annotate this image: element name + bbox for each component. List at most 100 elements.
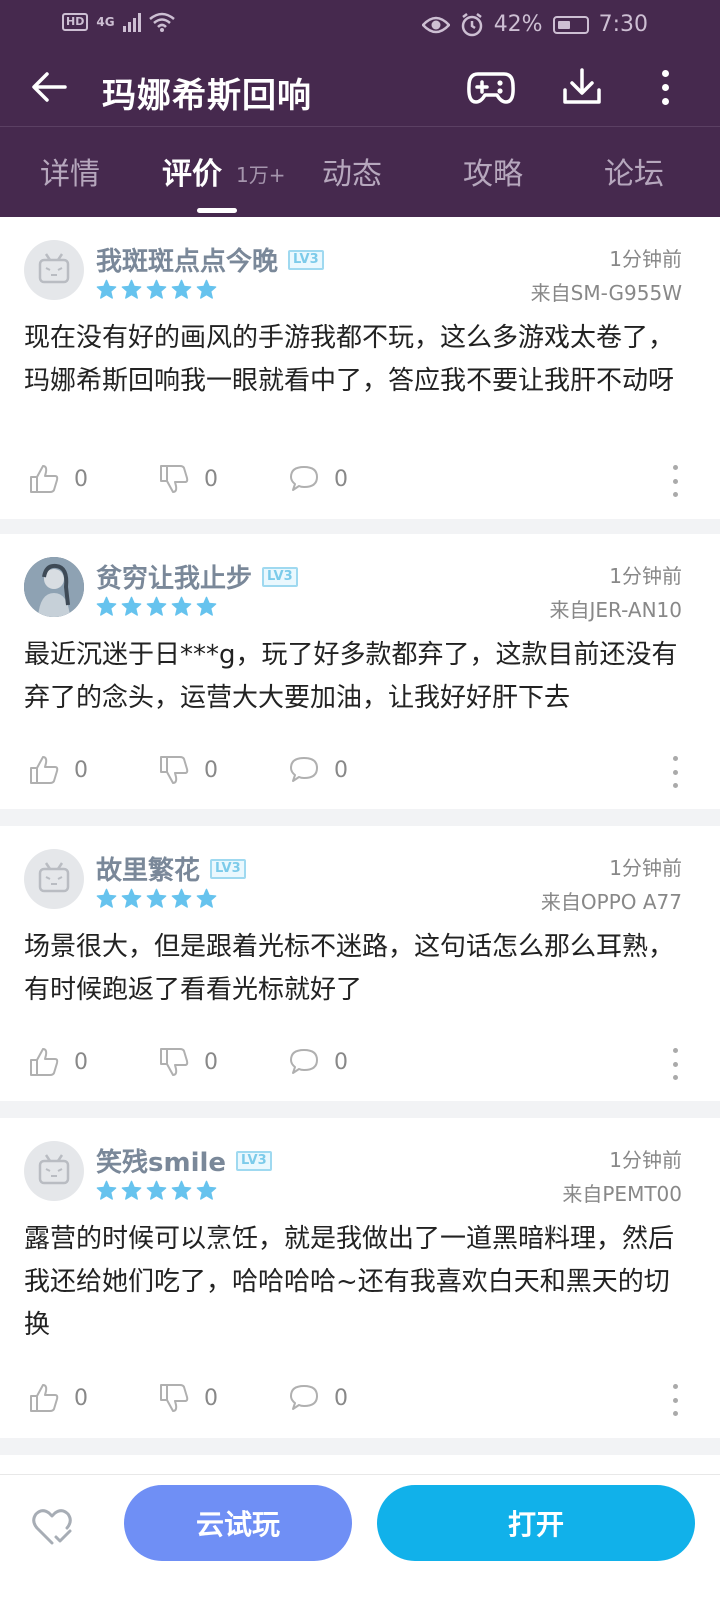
more-options-button[interactable] (650, 64, 680, 110)
review-device: 来自JER-AN10 (549, 598, 683, 622)
tab-active-indicator (197, 208, 237, 213)
review-card: 我斑斑点点今晚 LV3 1分钟前 来自SM-G955W 现在没有好的画风的手游我都… (0, 217, 720, 519)
comment-button[interactable]: 0 (288, 754, 348, 786)
gamepad-button[interactable] (466, 64, 516, 110)
comment-count: 0 (334, 1049, 348, 1075)
star-icon (196, 888, 217, 908)
gamepad-icon (467, 72, 515, 104)
battery-percent: 42% (493, 12, 543, 37)
username-text: 笑残smile (96, 1148, 227, 1178)
back-button[interactable] (26, 64, 72, 110)
heart-check-icon (32, 1509, 72, 1545)
review-content[interactable]: 场景很大，但是跟着光标不迷路，这句话怎么那么耳熟，有时候跑返了看看光标就好了 (24, 926, 684, 1012)
review-time: 1分钟前 (609, 1148, 682, 1172)
thumbs-up-icon (30, 756, 59, 784)
review-card: 贫穷让我止步 LV3 1分钟前 来自JER-AN10 最近沉迷于日***g，玩了好… (0, 534, 720, 809)
like-count: 0 (74, 1385, 88, 1411)
review-content[interactable]: 露营的时候可以烹饪，就是我做出了一道黑暗料理，然后我还给她们吃了，哈哈哈哈~还有… (24, 1218, 684, 1347)
hd-icon: HD (62, 13, 89, 31)
username[interactable]: 笑残smile LV3 (96, 1142, 272, 1179)
avatar[interactable] (24, 557, 84, 617)
default-avatar-icon (38, 253, 70, 284)
star-icon (96, 279, 117, 299)
tab-news[interactable]: 动态 (322, 149, 382, 193)
review-content[interactable]: 现在没有好的画风的手游我都不玩，这么多游戏太卷了，玛娜希斯回响我一眼就看中了，答… (24, 317, 684, 403)
username[interactable]: 贫穷让我止步 LV3 (96, 558, 298, 595)
review-content[interactable]: 最近沉迷于日***g，玩了好多款都弃了，这款目前还没有弃了的念头，运营大大要加油… (24, 634, 684, 720)
download-button[interactable] (560, 64, 604, 110)
avatar[interactable] (24, 1141, 84, 1201)
tab-details[interactable]: 详情 (40, 149, 100, 193)
comment-icon (290, 1049, 318, 1074)
cloud-try-button[interactable]: 云试玩 (124, 1485, 352, 1561)
arrow-left-icon (32, 72, 67, 102)
star-icon (96, 888, 117, 908)
comment-button[interactable]: 0 (288, 1382, 348, 1414)
like-count: 0 (74, 466, 88, 492)
star-icon (121, 888, 142, 908)
comment-icon (290, 757, 318, 782)
star-rating (96, 888, 217, 909)
review-actions: 0 0 0 (0, 463, 720, 503)
like-button[interactable]: 0 (28, 1382, 88, 1414)
star-icon (196, 279, 217, 299)
review-more-button[interactable] (670, 1384, 680, 1416)
open-button[interactable]: 打开 (377, 1485, 695, 1561)
dislike-count: 0 (204, 1049, 218, 1075)
tab-forum[interactable]: 论坛 (604, 149, 664, 193)
username-text: 故里繁花 (96, 856, 201, 886)
tab-guides[interactable]: 攻略 (463, 149, 523, 193)
review-more-button[interactable] (670, 1048, 680, 1080)
level-badge: LV3 (236, 1150, 272, 1171)
dislike-button[interactable]: 0 (158, 754, 218, 786)
like-button[interactable]: 0 (28, 1046, 88, 1078)
network-label: 4G (96, 15, 115, 29)
signal-icon (122, 12, 141, 32)
review-device: 来自PEMT00 (562, 1182, 682, 1206)
star-icon (146, 279, 167, 299)
default-avatar-icon (38, 862, 70, 893)
review-actions: 0 0 0 (0, 1046, 720, 1086)
review-card: 笑残smile LV3 1分钟前 来自PEMT00 露营的时候可以烹饪，就是我做出… (0, 1118, 720, 1438)
dislike-button[interactable]: 0 (158, 1046, 218, 1078)
like-count: 0 (74, 1049, 88, 1075)
thumbs-up-icon (30, 465, 59, 493)
comment-count: 0 (334, 1385, 348, 1411)
avatar[interactable] (24, 849, 84, 909)
comment-button[interactable]: 0 (288, 463, 348, 495)
star-icon (196, 596, 217, 616)
review-actions: 0 0 0 (0, 754, 720, 794)
review-more-button[interactable] (670, 465, 680, 497)
status-bar: HD 4G 42% 7:30 (0, 0, 720, 50)
review-more-button[interactable] (670, 756, 680, 788)
star-rating (96, 596, 217, 617)
review-time: 1分钟前 (609, 564, 682, 588)
comment-count: 0 (334, 466, 348, 492)
username-text: 贫穷让我止步 (96, 564, 253, 594)
star-icon (121, 1180, 142, 1200)
tab-reviews-count: 1万+ (236, 163, 286, 187)
thumbs-up-icon (30, 1048, 59, 1076)
dislike-button[interactable]: 0 (158, 463, 218, 495)
level-badge: LV3 (262, 566, 298, 587)
like-button[interactable]: 0 (28, 754, 88, 786)
favorite-button[interactable] (28, 1503, 76, 1551)
star-icon (146, 1180, 167, 1200)
review-time: 1分钟前 (609, 247, 682, 271)
dislike-count: 0 (204, 1385, 218, 1411)
thumbs-down-icon (160, 756, 189, 784)
review-time: 1分钟前 (609, 856, 682, 880)
like-count: 0 (74, 757, 88, 783)
star-icon (171, 1180, 192, 1200)
wifi-icon (148, 12, 175, 32)
username[interactable]: 我斑斑点点今晚 LV3 (96, 241, 324, 278)
dislike-count: 0 (204, 466, 218, 492)
like-button[interactable]: 0 (28, 463, 88, 495)
avatar[interactable] (24, 240, 84, 300)
bottom-action-bar: 云试玩 打开 (0, 1474, 720, 1600)
comment-icon (290, 1385, 318, 1410)
tab-reviews[interactable]: 评价 (162, 149, 222, 193)
comment-button[interactable]: 0 (288, 1046, 348, 1078)
username[interactable]: 故里繁花 LV3 (96, 850, 246, 887)
dislike-button[interactable]: 0 (158, 1382, 218, 1414)
